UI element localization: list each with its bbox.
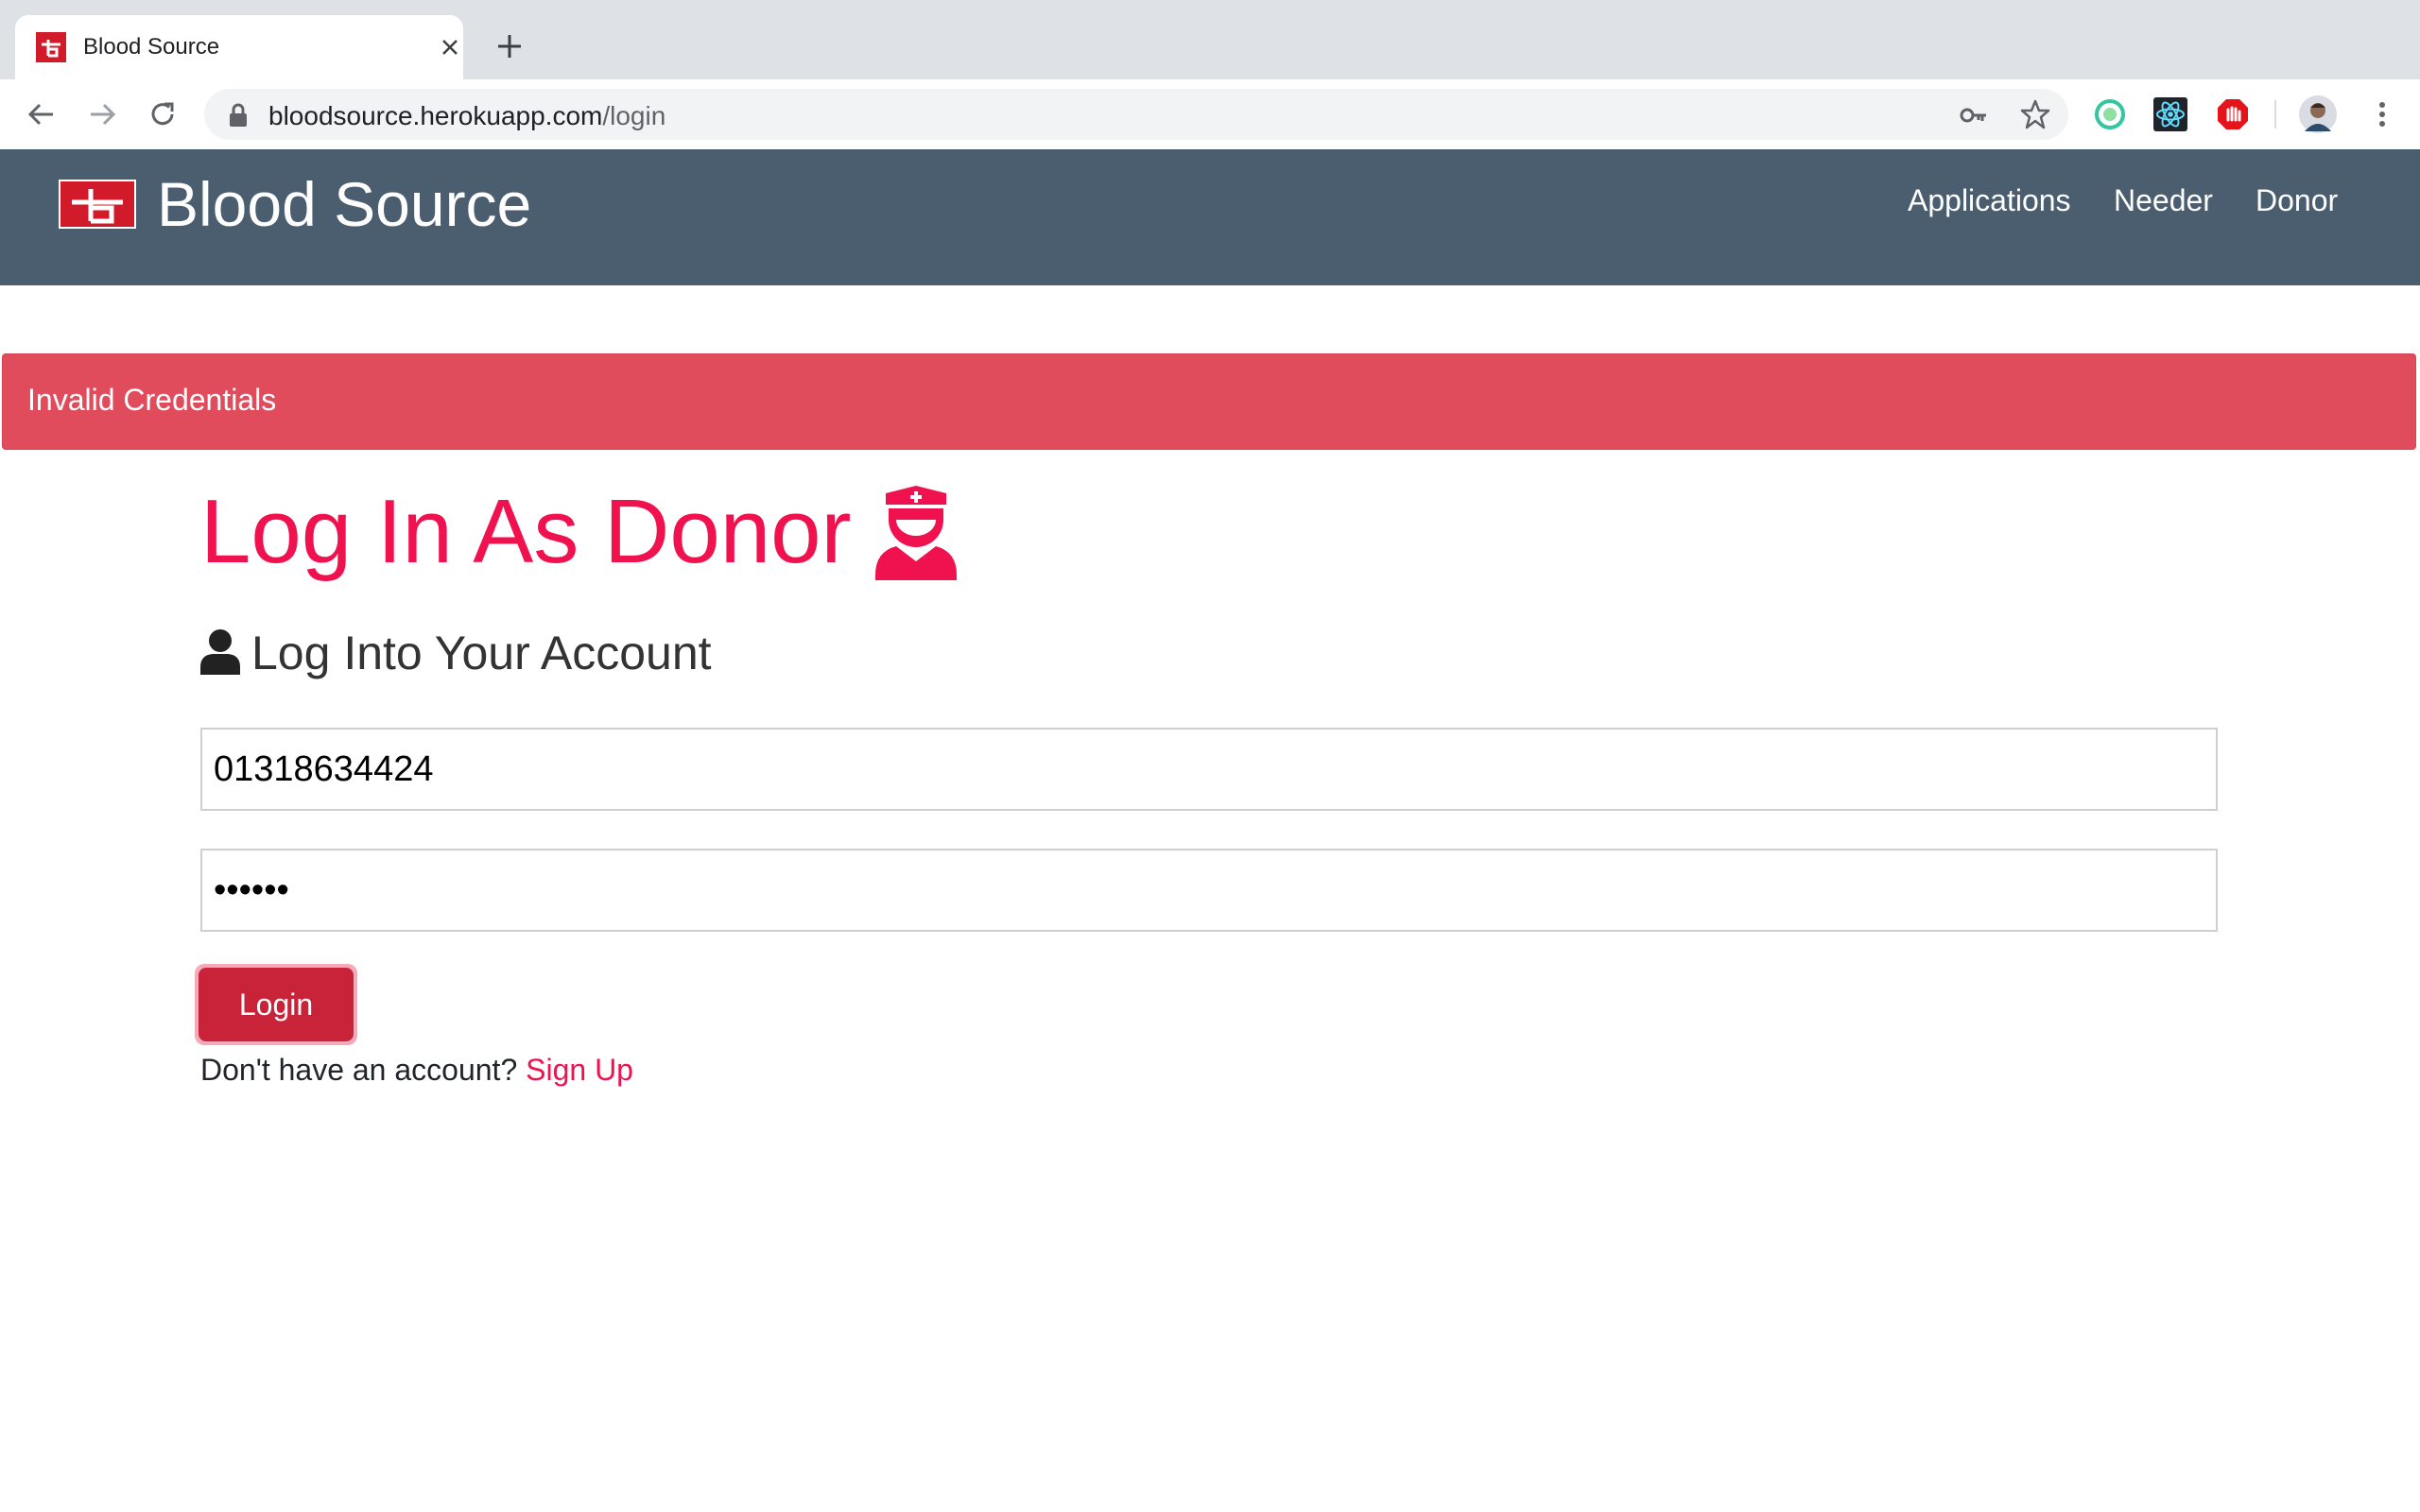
profile-avatar[interactable] <box>2299 95 2337 133</box>
brand-name[interactable]: Blood Source <box>157 170 531 239</box>
password-input[interactable] <box>200 849 2218 932</box>
lock-icon[interactable] <box>227 103 250 128</box>
nav-link-applications[interactable]: Applications <box>1908 183 2071 218</box>
alert-message: Invalid Credentials <box>27 383 277 417</box>
nav-link-donor[interactable]: Donor <box>2256 183 2338 218</box>
user-nurse-icon <box>875 486 957 580</box>
menu-icon[interactable] <box>2365 97 2399 131</box>
nav-link-needer[interactable]: Needer <box>2114 183 2213 218</box>
blood-source-favicon <box>36 32 66 62</box>
forward-icon[interactable] <box>85 97 119 131</box>
blood-source-logo-icon[interactable] <box>59 180 136 229</box>
signup-prompt: Don't have an account? Sign Up <box>200 1053 633 1088</box>
tab-title: Blood Source <box>83 34 220 60</box>
reload-icon[interactable] <box>146 97 180 131</box>
app-navbar: Blood Source Applications Needer Donor <box>0 149 2420 285</box>
login-button[interactable]: Login <box>195 964 357 1045</box>
toolbar-divider <box>2274 100 2276 129</box>
page-title: Log In As Donor <box>200 481 852 582</box>
close-tab-icon[interactable] <box>437 34 463 60</box>
key-icon[interactable] <box>1959 100 1989 130</box>
url-text[interactable]: bloodsource.herokuapp.com/login <box>268 101 666 131</box>
address-bar[interactable]: bloodsource.herokuapp.com/login <box>204 89 2068 140</box>
signup-link[interactable]: Sign Up <box>526 1053 633 1087</box>
back-icon[interactable] <box>25 97 59 131</box>
browser-tab-strip: Blood Source <box>0 0 2420 79</box>
browser-toolbar: bloodsource.herokuapp.com/login <box>0 79 2420 150</box>
form-subtitle: Log Into Your Account <box>251 627 712 679</box>
react-devtools-icon[interactable] <box>2153 97 2187 131</box>
star-icon[interactable] <box>2019 98 2051 130</box>
user-icon <box>200 629 240 675</box>
login-button-label[interactable]: Login <box>199 968 354 1041</box>
new-tab-icon[interactable] <box>493 30 526 62</box>
adblock-icon[interactable] <box>2216 97 2250 131</box>
error-alert: Invalid Credentials <box>2 353 2416 450</box>
extension-icon[interactable] <box>2093 97 2127 131</box>
phone-input[interactable] <box>200 728 2218 811</box>
no-account-text: Don't have an account? <box>200 1053 518 1087</box>
browser-tab[interactable]: Blood Source <box>15 15 463 79</box>
